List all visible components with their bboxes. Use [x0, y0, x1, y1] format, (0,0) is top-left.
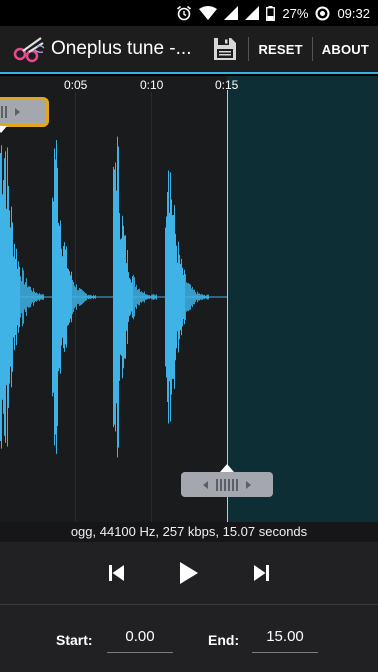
skip-next-button[interactable]	[247, 559, 275, 587]
file-info: ogg, 44100 Hz, 257 kbps, 15.07 seconds	[0, 522, 378, 542]
start-marker-pointer	[0, 126, 7, 133]
start-marker-handle[interactable]	[0, 97, 49, 127]
waveform-graph	[0, 136, 227, 458]
scissors-app-icon[interactable]	[12, 31, 48, 67]
skip-previous-icon	[109, 565, 124, 581]
waveform-view[interactable]: 0:05 0:10 0:15	[0, 76, 378, 522]
arrow-right-icon	[15, 108, 20, 116]
start-time-field[interactable]: 0.00	[107, 625, 173, 653]
wifi-icon	[199, 6, 218, 20]
grip-icon	[0, 106, 7, 118]
range-editor: Start: 0.00 End: 15.00	[0, 605, 378, 672]
end-marker-handle[interactable]	[181, 472, 273, 497]
arrow-left-icon	[203, 480, 208, 489]
signal-icon	[245, 6, 260, 20]
alarm-icon	[177, 5, 192, 21]
arrow-right-icon	[246, 480, 251, 489]
skip-next-icon	[254, 565, 269, 581]
floppy-disk-icon	[214, 38, 237, 60]
playback-controls	[0, 542, 378, 604]
end-marker-pointer	[220, 464, 234, 472]
save-button[interactable]	[202, 26, 248, 72]
end-time-field[interactable]: 15.00	[252, 625, 318, 653]
play-button[interactable]	[175, 559, 203, 587]
grip-icon	[216, 478, 238, 491]
action-bar: Oneplus tune -... RESET ABOUT	[0, 26, 378, 74]
status-time: 09:32	[337, 5, 370, 21]
start-label: Start:	[56, 632, 93, 648]
battery-icon	[266, 5, 276, 21]
end-marker-line	[227, 90, 228, 522]
app-title: Oneplus tune -...	[51, 38, 192, 59]
end-label: End:	[208, 632, 240, 648]
status-bar: 27% 09:32	[0, 0, 378, 26]
data-saver-icon	[315, 6, 330, 20]
battery-percent: 27%	[282, 5, 309, 21]
play-icon	[180, 562, 198, 584]
skip-previous-button[interactable]	[103, 559, 131, 587]
about-button[interactable]: ABOUT	[313, 26, 378, 72]
reset-button[interactable]: RESET	[249, 26, 311, 72]
signal-icon	[224, 6, 239, 20]
